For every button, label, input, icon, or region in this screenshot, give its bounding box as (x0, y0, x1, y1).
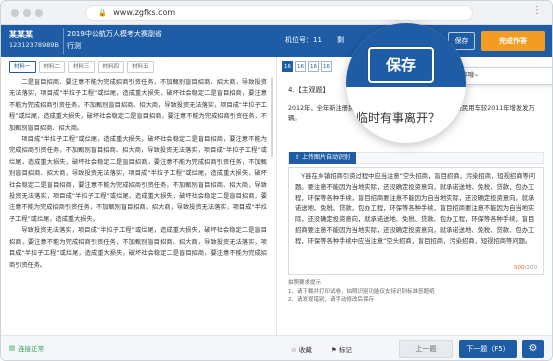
settings-button[interactable]: ⚙ (522, 340, 544, 358)
network-status: ▤ 连接正常 (9, 343, 44, 353)
upload-label: 上传图片自动识别 (301, 154, 350, 161)
collect-label: 收藏 (298, 346, 312, 354)
article-paragraph: 二是盲目招商、要注意不能为完成招商引资任务，不加甄别盲目招商、招大商，导致投资无… (9, 79, 267, 132)
exam-info: 2019中公航万人模考大赛副省 行测 (67, 28, 162, 52)
answer-text: Y县在乡镇招商引资过程中应当注意“空头招商，盲目招商，污染招商，短视招商等问题。… (295, 172, 539, 268)
upload-tips: 拍照要求提示 1、请下载并打印试卷，拍照识别功能仅支持识别标准答题纸 2、请发现… (288, 279, 435, 305)
address-bar[interactable]: 🔒 www.zgfks.com (85, 5, 473, 21)
flag-icon: ⚑ (331, 346, 337, 354)
browser-window: 🔒 www.zgfks.com ⋮ 某某某 12312378989B 2019中… (0, 0, 553, 361)
question-number[interactable]: 16 (308, 61, 319, 72)
tab-material-3[interactable]: 材料三 (68, 61, 95, 73)
tip-line: 1、请下载并打印试卷，拍照识别功能仅支持识别标准答题纸 (288, 288, 435, 295)
tab-material-5[interactable]: 材料五 (127, 61, 154, 73)
time-remaining: 剩 (337, 36, 344, 44)
upload-icon: ⇧ (295, 154, 301, 161)
exam-subtitle: 行测 (67, 42, 81, 50)
window-minimize-dot[interactable] (23, 9, 31, 17)
window-maximize-dot[interactable] (35, 9, 43, 17)
question-number-nav: 16 16 16 16 (282, 61, 332, 72)
user-id: 12312378989B (9, 41, 59, 49)
mark-button[interactable]: ⚑ 标记 (331, 344, 352, 354)
user-name: 某某某 (9, 30, 33, 39)
mark-label: 标记 (338, 346, 352, 354)
char-limit: /200 (524, 265, 537, 271)
answer-paragraph: Y县在乡镇招商引资过程中应当注意“空头招商，盲目招商，污染招商，短视招商等问题。… (295, 173, 536, 245)
answer-textarea[interactable]: Y县在乡镇招商引资过程中应当注意“空头招商，盲目招商，污染招商，短视招商等问题。… (288, 167, 544, 275)
collect-button[interactable]: ☆ 收藏 (291, 344, 312, 354)
char-count: 500 (514, 265, 525, 271)
question-title: 4.【主观题】 (288, 86, 330, 94)
prev-question-button[interactable]: 上一题 (399, 340, 453, 358)
exam-header: 某某某 12312378989B 2019中公航万人模考大赛副省 行测 机位号：… (1, 25, 552, 57)
tip-line: 拍照要求提示 (288, 280, 322, 286)
next-question-button[interactable]: 下一题（F5） (459, 340, 517, 358)
network-icon: ▤ (9, 344, 16, 352)
upload-image-button[interactable]: ⇧ 上传图片自动识别 (289, 152, 356, 164)
question-number[interactable]: 16 (282, 61, 293, 72)
material-panel: 材料一 材料二 材料三 材料四 材料五 二是盲目招商、要注意不能为完成招商引资任务，不加… (1, 57, 277, 335)
material-article: 二是盲目招商、要注意不能为完成招商引资任务，不加甄别盲目招商、招大商，导致投资无… (9, 77, 267, 329)
star-icon: ☆ (291, 346, 297, 354)
tab-material-4[interactable]: 材料四 (97, 61, 125, 73)
lock-icon: 🔒 (98, 9, 107, 17)
zoom-callout: 保存 临时有事离开？ (346, 23, 466, 143)
exam-title: 2019中公航万人模考大赛副省 (67, 30, 162, 38)
seat-number: 机位号：11 (285, 36, 322, 44)
network-label: 连接正常 (18, 345, 45, 353)
tab-material-2[interactable]: 材料二 (38, 61, 66, 73)
footer-bar: ▤ 连接正常 ☆ 收藏 ⚑ 标记 上一题 下一题（F5） ⚙ (1, 335, 552, 360)
zoomed-save-button[interactable]: 保存 (368, 47, 434, 83)
char-counter: 500/200 (514, 265, 537, 271)
upload-bar: ⇧ 上传图片自动识别 (288, 152, 544, 164)
header-divider (63, 28, 64, 54)
browser-menu-icon[interactable]: ⋮ (532, 5, 542, 16)
zoomed-tip-text: 临时有事离开？ (356, 111, 441, 125)
tab-material-1[interactable]: 材料一 (9, 61, 36, 73)
article-paragraph: 导致投资无法落实，项目成“半拉子工程”或烂尾，造成重大损失，破坏社会稳定二是盲目… (9, 227, 267, 269)
window-close-dot[interactable] (11, 9, 19, 17)
browser-chrome: 🔒 www.zgfks.com ⋮ (1, 1, 552, 25)
url-text: www.zgfks.com (113, 8, 176, 17)
material-tabs: 材料一 材料二 材料三 材料四 材料五 (9, 61, 154, 73)
gear-icon: ⚙ (528, 343, 538, 354)
tip-line: 2、请发现错别，请手动修改后保存 (288, 297, 375, 303)
user-info: 某某某 12312378989B (9, 29, 61, 53)
question-number[interactable]: 16 (295, 61, 306, 72)
article-paragraph: 项目成“半拉子工程”或烂尾，造成重大损失，破坏社会稳定二是盲目招商，要注意不能为… (9, 136, 267, 223)
material-scrollbar[interactable] (271, 77, 273, 157)
submit-button[interactable]: 完成作答 (481, 31, 545, 51)
question-number[interactable]: 16 (321, 61, 332, 72)
